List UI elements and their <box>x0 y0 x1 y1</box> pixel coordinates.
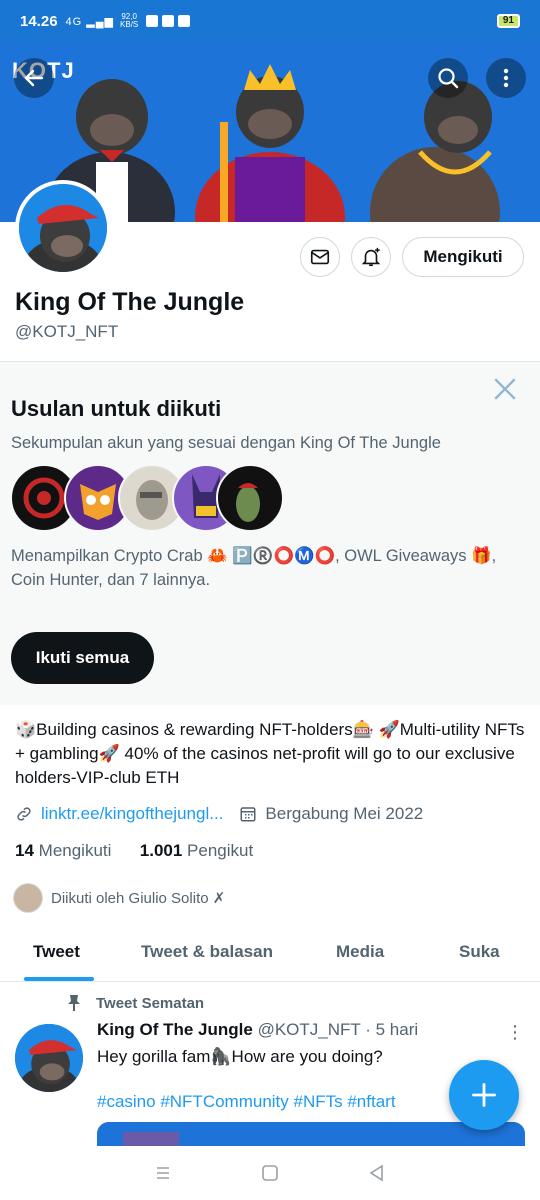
tweet-author-avatar[interactable] <box>15 1024 83 1092</box>
calendar-icon <box>240 807 256 822</box>
telegram-icon <box>178 15 191 27</box>
following-label: Mengikuti <box>38 841 112 860</box>
suggested-accounts-avatars[interactable] <box>10 464 290 534</box>
gorilla-avatar-image <box>15 1024 83 1092</box>
more-vertical-icon <box>503 68 509 88</box>
signal-icon: 4G ▂▄▆ <box>65 15 115 28</box>
following-count: 14 <box>15 841 34 860</box>
pinned-label: Tweet Sematan <box>66 994 204 1012</box>
battery-indicator: 91 <box>496 14 520 28</box>
network-type: 4G <box>65 15 83 28</box>
profile-name: King Of The Jungle <box>15 288 245 316</box>
tweet-header: King Of The Jungle @KOTJ_NFT · 5 hari <box>97 1020 418 1040</box>
tweet-media[interactable] <box>97 1122 525 1146</box>
following-stat[interactable]: 14 Mengikuti <box>15 841 111 860</box>
close-icon[interactable] <box>492 376 518 402</box>
network-speed: 92,0 KB/S <box>120 13 138 29</box>
notification-icons <box>146 15 191 27</box>
profile-handle: @KOTJ_NFT <box>15 322 119 341</box>
plus-icon <box>472 1083 496 1107</box>
suggestions-description: Menampilkan Crypto Crab 🦀 🅿️®️⭕Ⓜ️⭕, OWL … <box>11 547 497 589</box>
profile-meta: linktr.ee/kingofthejungl... Bergabung Me… <box>15 804 423 824</box>
suggestions-subtitle: Sekumpulan akun yang sesuai dengan King … <box>11 434 441 452</box>
tweet-author-name[interactable]: King Of The Jungle <box>97 1020 253 1039</box>
more-options-button[interactable] <box>486 58 526 98</box>
status-time: 14.26 <box>20 12 58 30</box>
suggested-account-avatar[interactable] <box>216 464 284 532</box>
speed-unit: KB/S <box>120 20 139 29</box>
followers-stat[interactable]: 1.001 Pengikut <box>140 841 253 860</box>
active-tab-indicator <box>24 977 94 981</box>
search-icon <box>438 68 459 89</box>
tweet-more-icon[interactable]: ⋮ <box>506 1022 524 1043</box>
recent-apps-icon[interactable] <box>153 1163 173 1183</box>
suggestions-title: Usulan untuk diikuti <box>11 396 222 421</box>
back-icon[interactable] <box>367 1163 387 1183</box>
profile-bio: 🎲Building casinos & rewarding NFT-holder… <box>15 720 525 787</box>
follow-stats: 14 Mengikuti 1.001 Pengikut <box>15 841 253 861</box>
frog-icon <box>236 483 260 522</box>
system-nav-bar <box>0 1146 540 1200</box>
tweet-image <box>97 1122 525 1146</box>
follow-all-button[interactable]: Ikuti semua <box>11 632 154 684</box>
profile-tabs: Tweet Tweet & balasan Media Suka <box>0 930 540 982</box>
back-arrow-icon <box>24 69 44 87</box>
tweet-hashtags[interactable]: #casino #NFTCommunity #NFTs #nftart <box>97 1092 396 1112</box>
pin-icon <box>68 995 80 1011</box>
status-bar: 14.26 4G ▂▄▆ 92,0 KB/S 91 <box>0 0 540 42</box>
followers-label: Pengikut <box>187 841 254 860</box>
followed-by-text: Diikuti oleh Giulio Solito ✗ <box>51 890 226 907</box>
search-button[interactable] <box>428 58 468 98</box>
gorilla-avatar-image <box>19 184 107 272</box>
pinned-text: Tweet Sematan <box>96 994 205 1012</box>
followers-count: 1.001 <box>139 841 183 860</box>
link-icon <box>17 807 31 821</box>
envelope-icon <box>310 249 330 265</box>
home-icon[interactable] <box>260 1163 280 1183</box>
tweet-text: Hey gorilla fam🦍How are you doing? <box>97 1047 383 1066</box>
compose-tweet-button[interactable] <box>449 1060 519 1130</box>
profile-link[interactable]: linktr.ee/kingofthejungl... <box>41 804 223 824</box>
message-button[interactable] <box>300 237 340 277</box>
tweet-author-handle: @KOTJ_NFT <box>257 1020 361 1039</box>
notifications-button[interactable] <box>351 237 391 277</box>
tab-media[interactable]: Media <box>336 942 384 962</box>
followed-by[interactable]: Diikuti oleh Giulio Solito ✗ <box>13 883 225 913</box>
app-notification-icon <box>162 15 175 27</box>
tab-tweet-replies[interactable]: Tweet & balasan <box>141 942 273 962</box>
tab-tweet[interactable]: Tweet <box>33 942 80 962</box>
following-button[interactable]: Mengikuti <box>402 237 524 277</box>
bell-plus-icon <box>361 247 381 267</box>
follower-avatar <box>13 883 43 913</box>
tab-likes[interactable]: Suka <box>459 942 500 962</box>
back-button[interactable] <box>14 58 54 98</box>
profile-avatar[interactable] <box>15 180 111 276</box>
tweet-time: · 5 hari <box>365 1020 419 1039</box>
joined-date: Bergabung Mei 2022 <box>265 804 424 823</box>
app-notification-icon <box>146 15 159 27</box>
suggestions-panel: Usulan untuk diikuti Sekumpulan akun yan… <box>0 361 540 705</box>
